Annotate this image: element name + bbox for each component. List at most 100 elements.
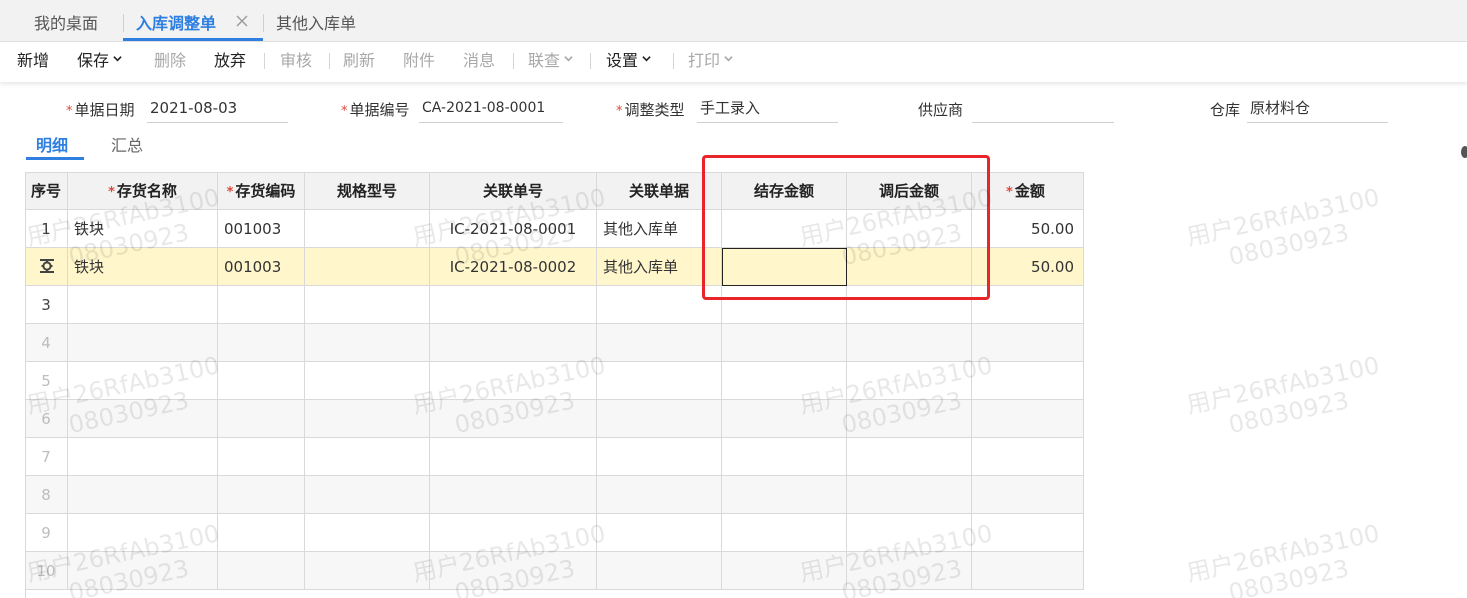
close-icon[interactable] [236, 15, 248, 27]
balance-amount-cell[interactable] [722, 400, 847, 438]
item-code-cell[interactable] [218, 286, 305, 324]
item-name-cell[interactable] [68, 438, 218, 476]
col-header-item-code[interactable]: * 存货编码 [218, 172, 305, 210]
amount-cell[interactable] [972, 324, 1084, 362]
table-row[interactable]: 8 [25, 476, 1084, 514]
amount-cell[interactable] [972, 438, 1084, 476]
table-row[interactable]: 4 [25, 324, 1084, 362]
subtab-detail[interactable]: 明细 [36, 132, 68, 156]
table-row[interactable]: 10 [25, 552, 1084, 590]
ref-doc-cell[interactable] [597, 476, 722, 514]
spec-cell[interactable] [305, 552, 430, 590]
attachment-button[interactable]: 附件 [403, 42, 435, 80]
item-code-cell[interactable] [218, 476, 305, 514]
tab-my-desktop[interactable]: 我的桌面 [34, 0, 98, 42]
col-header-spec[interactable]: 规格型号 [305, 172, 430, 210]
item-name-cell[interactable] [68, 286, 218, 324]
ref-doc-cell[interactable] [597, 400, 722, 438]
ref-no-cell[interactable] [430, 286, 597, 324]
ref-no-cell[interactable]: IC-2021-08-0001 [430, 210, 597, 248]
tab-other-inbound[interactable]: 其他入库单 [276, 0, 356, 42]
spec-cell[interactable] [305, 324, 430, 362]
item-code-cell[interactable]: 001003 [218, 210, 305, 248]
balance-amount-cell[interactable] [722, 438, 847, 476]
amount-cell[interactable] [972, 362, 1084, 400]
item-code-cell[interactable] [218, 362, 305, 400]
amount-cell[interactable] [972, 552, 1084, 590]
supplier-field[interactable] [972, 97, 1114, 123]
balance-amount-cell[interactable] [722, 324, 847, 362]
ref-doc-cell[interactable] [597, 362, 722, 400]
save-button[interactable]: 保存 [77, 42, 122, 80]
table-row[interactable]: 5 [25, 362, 1084, 400]
item-name-cell[interactable]: 铁块 [68, 248, 218, 286]
item-code-cell[interactable] [218, 324, 305, 362]
spec-cell[interactable] [305, 514, 430, 552]
spec-cell[interactable] [305, 248, 430, 286]
item-name-cell[interactable]: 铁块 [68, 210, 218, 248]
item-code-cell[interactable] [218, 438, 305, 476]
adjusted-amount-cell[interactable] [847, 476, 972, 514]
doc-date-field[interactable]: 2021-08-03 [147, 97, 288, 123]
table-row[interactable]: 6 [25, 400, 1084, 438]
amount-cell[interactable] [972, 514, 1084, 552]
spec-cell[interactable] [305, 286, 430, 324]
item-code-cell[interactable] [218, 514, 305, 552]
adjusted-amount-cell[interactable] [847, 552, 972, 590]
warehouse-field[interactable]: 原材料仓 [1247, 97, 1388, 123]
tab-stock-adjustment[interactable]: 入库调整单 [136, 0, 216, 42]
ref-no-cell[interactable] [430, 324, 597, 362]
message-button[interactable]: 消息 [463, 42, 495, 80]
adjusted-amount-cell[interactable] [847, 324, 972, 362]
adjusted-amount-cell[interactable] [847, 400, 972, 438]
balance-amount-cell[interactable] [722, 514, 847, 552]
ref-no-cell[interactable] [430, 476, 597, 514]
item-name-cell[interactable] [68, 514, 218, 552]
item-name-cell[interactable] [68, 324, 218, 362]
item-code-cell[interactable]: 001003 [218, 248, 305, 286]
ref-no-cell[interactable] [430, 514, 597, 552]
subtab-summary[interactable]: 汇总 [111, 132, 143, 156]
row-settings-icon[interactable] [39, 258, 55, 274]
balance-amount-cell[interactable] [722, 362, 847, 400]
adjusted-amount-cell[interactable] [847, 362, 972, 400]
col-header-seq[interactable]: 序号 [25, 172, 68, 210]
audit-button[interactable]: 审核 [280, 42, 312, 80]
item-code-cell[interactable] [218, 552, 305, 590]
spec-cell[interactable] [305, 400, 430, 438]
adjust-type-field[interactable]: 手工录入 [697, 97, 838, 123]
new-button[interactable]: 新增 [17, 42, 49, 80]
doc-no-field[interactable]: CA-2021-08-0001 [419, 97, 563, 123]
spec-cell[interactable] [305, 210, 430, 248]
ref-no-cell[interactable] [430, 362, 597, 400]
table-row[interactable]: 7 [25, 438, 1084, 476]
spec-cell[interactable] [305, 362, 430, 400]
ref-no-cell[interactable] [430, 552, 597, 590]
spec-cell[interactable] [305, 476, 430, 514]
ref-no-cell[interactable] [430, 438, 597, 476]
adjusted-amount-cell[interactable] [847, 514, 972, 552]
settings-button[interactable]: 设置 [606, 42, 651, 80]
amount-cell[interactable] [972, 400, 1084, 438]
balance-amount-cell[interactable] [722, 476, 847, 514]
ref-no-cell[interactable]: IC-2021-08-0002 [430, 248, 597, 286]
adjusted-amount-cell[interactable] [847, 438, 972, 476]
delete-button[interactable]: 删除 [154, 42, 186, 80]
linked-query-button[interactable]: 联查 [528, 42, 573, 80]
ref-doc-cell[interactable] [597, 324, 722, 362]
item-name-cell[interactable] [68, 552, 218, 590]
item-code-cell[interactable] [218, 400, 305, 438]
item-name-cell[interactable] [68, 400, 218, 438]
ref-doc-cell[interactable] [597, 552, 722, 590]
side-panel-handle[interactable] [1461, 146, 1467, 158]
item-name-cell[interactable] [68, 476, 218, 514]
amount-cell[interactable] [972, 476, 1084, 514]
balance-amount-cell[interactable] [722, 552, 847, 590]
ref-doc-cell[interactable] [597, 514, 722, 552]
print-button[interactable]: 打印 [688, 42, 733, 80]
ref-doc-cell[interactable] [597, 438, 722, 476]
discard-button[interactable]: 放弃 [214, 42, 246, 80]
refresh-button[interactable]: 刷新 [343, 42, 375, 80]
item-name-cell[interactable] [68, 362, 218, 400]
ref-no-cell[interactable] [430, 400, 597, 438]
